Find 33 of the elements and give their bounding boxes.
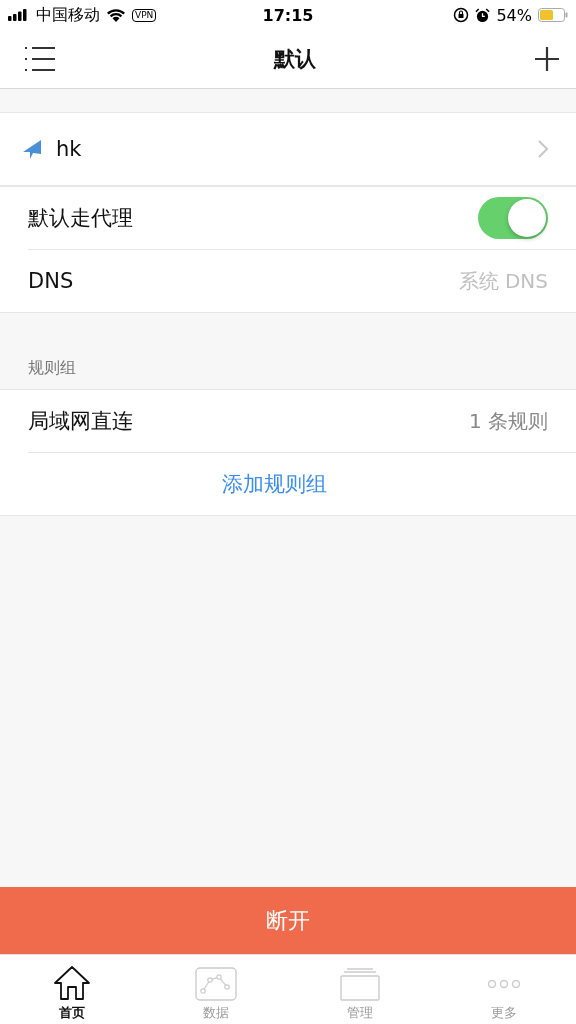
paper-plane-icon (22, 139, 42, 159)
chart-icon (195, 967, 237, 1001)
setting-value: 系统 DNS (458, 267, 548, 295)
toggle-switch[interactable] (478, 197, 548, 239)
tab-item[interactable]: 数据 (144, 955, 288, 1024)
add-button[interactable] (534, 46, 560, 72)
setting-label: DNS (28, 269, 74, 293)
stack-icon (339, 967, 381, 1001)
disconnect-button[interactable]: 断开 (0, 887, 576, 954)
rotation-lock-icon (453, 7, 470, 23)
menu-button[interactable] (24, 46, 56, 72)
wifi-icon (106, 8, 126, 22)
plus-icon (534, 46, 560, 72)
more-icon (486, 979, 522, 989)
tab-item[interactable]: 首页 (0, 955, 144, 1024)
alarm-icon (475, 7, 491, 23)
rule-group-row[interactable]: 局域网直连 1 条规则 (28, 390, 576, 452)
carrier-name: 中国移动 (36, 4, 100, 26)
tab-item[interactable]: 管理 (288, 955, 432, 1024)
menu-icon (24, 46, 56, 72)
server-name: hk (56, 137, 82, 161)
battery-icon (538, 8, 568, 22)
battery-percent: 54% (496, 5, 532, 25)
signal-icon (8, 9, 30, 21)
tab-item[interactable]: 更多 (432, 955, 576, 1024)
page-title: 默认 (274, 46, 316, 73)
status-time: 17:15 (262, 5, 314, 25)
chevron-right-icon (538, 140, 548, 158)
add-rule-group-link[interactable]: 添加规则组 (221, 470, 327, 498)
setting-label: 默认走代理 (28, 205, 133, 232)
vpn-badge: VPN (132, 8, 157, 22)
section-header: 规则组 (28, 358, 76, 379)
house-icon (53, 965, 91, 1001)
